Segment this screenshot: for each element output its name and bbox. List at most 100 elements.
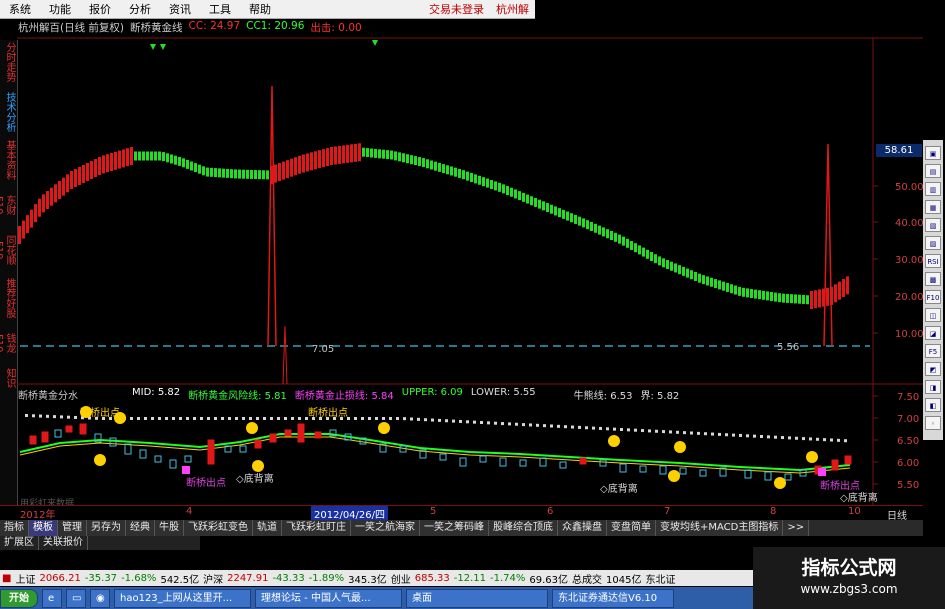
lower-candle: [54, 429, 62, 438]
tab-rainbow-color[interactable]: 飞跃彩虹变色: [184, 520, 253, 536]
task-desktop[interactable]: 桌面: [406, 588, 548, 608]
toolbar-icon-7[interactable]: ▩: [925, 272, 941, 286]
tab-top-bottom[interactable]: 股峰综合顶底: [489, 520, 558, 536]
indicator-bar: [34, 204, 37, 223]
lower-candle: [659, 465, 667, 475]
toolbar-icon-8[interactable]: ◫: [925, 308, 941, 322]
task-hao123[interactable]: hao123_上网从这里开...: [114, 588, 251, 608]
down-arrow-marker: [160, 44, 166, 50]
indicator-bar: [402, 153, 405, 163]
toolbar-icon-1[interactable]: ▣: [925, 146, 941, 160]
indicator-bar: [646, 249, 649, 259]
lower-candle: [479, 455, 487, 463]
toolbar-icon-6[interactable]: ▨: [925, 236, 941, 250]
tab-extension[interactable]: 扩展区: [0, 536, 39, 550]
tab-template[interactable]: 模板: [29, 520, 58, 536]
hs-change: -43.33: [272, 572, 305, 584]
hs-amount: 345.3亿: [348, 574, 387, 586]
task-tdx[interactable]: 东北证券通达信V6.10: [552, 588, 674, 608]
tab-save-as[interactable]: 另存为: [87, 520, 126, 536]
bull-bear-dot: [39, 414, 42, 418]
toolbar-icon-9[interactable]: ◪: [925, 326, 941, 340]
lower-candle: [124, 443, 132, 455]
f5-button[interactable]: F5: [925, 344, 941, 358]
toolbar-icon-12[interactable]: ◧: [925, 398, 941, 412]
tab-chip-peak[interactable]: 一笑之筹码峰: [420, 520, 489, 536]
hs-label: 沪深: [203, 574, 224, 586]
tab-bull-stock[interactable]: 牛股: [155, 520, 184, 536]
bull-bear-dot: [795, 436, 798, 440]
indicator-bar: [806, 295, 809, 305]
indicator-bar: [678, 265, 681, 275]
indicator-bar: [698, 273, 701, 283]
chart-canvas[interactable]: 50.00 40.00 30.00 20.00 10.00 7.50 7.00 6.50 6.0…: [0, 0, 923, 505]
indicator-bar: [562, 209, 565, 219]
lower-candle: [744, 469, 752, 479]
bull-bear-dot: [200, 417, 203, 420]
bull-bear-dot: [683, 431, 686, 435]
toolbar-icon-4[interactable]: ▦: [925, 200, 941, 214]
indicator-bar: [626, 238, 629, 248]
indicator-bar: [70, 171, 73, 189]
mid-value: MID: 5.82: [132, 387, 181, 398]
indicator-bar: [386, 150, 389, 160]
annotation-duanqiao-1: 断桥出点: [80, 408, 120, 419]
toolbar-icon-11[interactable]: ◨: [925, 380, 941, 394]
indicator-bar: [126, 148, 129, 167]
lower-candle: [314, 431, 322, 439]
indicator-bar: [98, 157, 101, 175]
start-button[interactable]: 开始: [0, 588, 38, 608]
indicator-bar: [78, 167, 81, 185]
tab-related-quote[interactable]: 关联报价: [39, 536, 88, 550]
media-icon[interactable]: ◉: [90, 588, 110, 608]
bull-bear-dot: [235, 417, 238, 420]
dashed-line-right-label: 5.56: [777, 342, 800, 353]
indicator-bar: [674, 263, 677, 273]
bull-bear-dot: [613, 427, 616, 431]
rsi-button[interactable]: RSI: [925, 254, 941, 268]
toolbar-icon-10[interactable]: ◩: [925, 362, 941, 376]
indicator-bar: [102, 155, 105, 174]
tab-ma-macd[interactable]: 变坡均线+MACD主图指标: [656, 520, 784, 536]
f10-button[interactable]: F10: [925, 290, 941, 304]
tab-navigator[interactable]: 一笑之航海家: [351, 520, 420, 536]
toolbar-icon-2[interactable]: ▤: [925, 164, 941, 178]
indicator-bar: [358, 143, 361, 162]
indicator-bar: [382, 149, 385, 159]
indicator-bar: [550, 204, 553, 214]
tab-track[interactable]: 轨道: [253, 520, 282, 536]
tab-rainbow-watch[interactable]: 飞跃彩虹盯庄: [282, 520, 351, 536]
indicator-bar: [118, 150, 121, 169]
bull-bear-dot: [263, 417, 266, 420]
tab-classic[interactable]: 经典: [126, 520, 155, 536]
bull-bear-dot: [767, 435, 770, 439]
lower-candle: [764, 471, 772, 481]
task-forum[interactable]: 理想论坛 - 中国人气最...: [255, 588, 402, 608]
indicator-bar: [482, 177, 485, 187]
bull-bear-value: 牛熊线: 6.53: [573, 391, 633, 402]
toolbar-icon-13[interactable]: ◦: [925, 416, 941, 430]
indicator-bar: [538, 199, 541, 209]
total-value: 1045亿: [606, 574, 642, 586]
indicator-bar: [826, 287, 829, 306]
tab-change-simple[interactable]: 变盘简单: [607, 520, 656, 536]
indicator-bar: [750, 289, 753, 298]
ie-icon[interactable]: e: [42, 588, 62, 608]
lower-ytick-label: 6.50: [897, 436, 919, 447]
cy-change: -12.11: [453, 572, 486, 584]
indicator-bar: [630, 241, 633, 250]
explorer-icon[interactable]: ▭: [66, 588, 86, 608]
selected-date: 2012/04/26/四: [311, 506, 389, 521]
bull-bear-dot: [249, 417, 252, 420]
bull-bear-dot: [627, 428, 630, 432]
toolbar-icon-5[interactable]: ▧: [925, 218, 941, 232]
smiley-face-icon: [674, 441, 686, 453]
tab-zhongxin[interactable]: 众鑫操盘: [558, 520, 607, 536]
extra-tab-row: 扩展区 关联报价: [0, 536, 200, 550]
tab-more[interactable]: >>: [783, 520, 810, 536]
indicator-bar: [738, 286, 741, 296]
toolbar-icon-3[interactable]: ▥: [925, 182, 941, 196]
tab-manage[interactable]: 管理: [58, 520, 87, 536]
lower-candle: [844, 455, 852, 465]
tab-indicator[interactable]: 指标: [0, 520, 29, 536]
